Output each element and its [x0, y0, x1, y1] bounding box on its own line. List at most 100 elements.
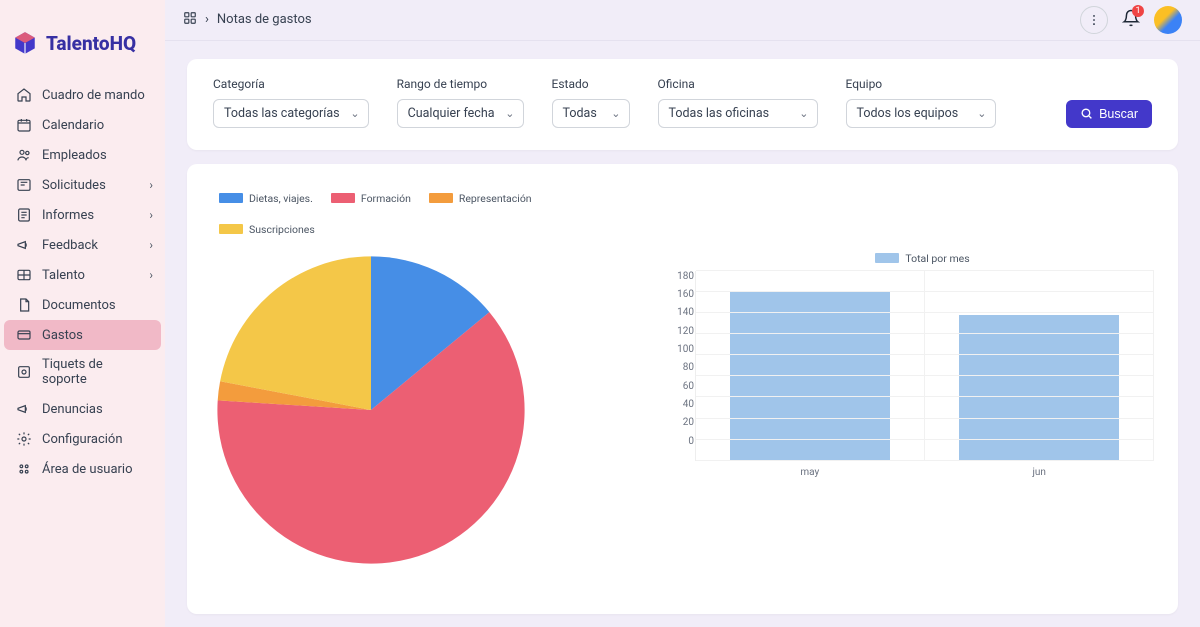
sidebar-item-label: Gastos [42, 328, 83, 343]
bar-col [925, 271, 1154, 461]
sidebar-item-label: Configuración [42, 432, 123, 447]
bar-legend-swatch [875, 253, 899, 263]
bar-chart: 180160140120100806040200 [695, 271, 1154, 461]
report-icon [16, 207, 32, 223]
sidebar-item-user-area[interactable]: Área de usuario [4, 454, 161, 484]
sidebar-item-label: Informes [42, 208, 94, 223]
charts-card: Dietas, viajes. Formación Representación Su… [187, 164, 1178, 614]
legend-label: Suscripciones [249, 223, 315, 236]
chevron-right-icon: › [149, 238, 153, 252]
filter-team: Equipo Todos los equipos ⌄ [846, 77, 996, 128]
chevron-down-icon: ⌄ [977, 107, 986, 120]
select-range[interactable]: Cualquier fecha ⌄ [397, 99, 524, 128]
legend-item[interactable]: Representación [429, 192, 532, 205]
y-tick: 180 [677, 271, 694, 282]
logo[interactable]: TalentoHQ [0, 20, 165, 80]
sidebar-item-report[interactable]: Informes› [4, 200, 161, 230]
chevron-right-icon: › [205, 12, 209, 27]
notifications-button[interactable]: 1 [1122, 9, 1140, 31]
legend-item[interactable]: Suscripciones [219, 223, 315, 236]
gear-icon [16, 431, 32, 447]
sidebar-item-card[interactable]: Gastos [4, 320, 161, 350]
sidebar-item-home[interactable]: Cuadro de mando [4, 80, 161, 110]
bar-legend: Total por mes [691, 252, 1154, 265]
topbar-actions: 1 [1080, 6, 1182, 34]
megaphone-icon [16, 237, 32, 253]
legend-label: Formación [361, 192, 411, 205]
legend-swatch [219, 193, 243, 203]
y-tick: 40 [683, 399, 694, 410]
sidebar-item-label: Área de usuario [42, 462, 133, 477]
avatar[interactable] [1154, 6, 1182, 34]
legend-label: Dietas, viajes. [249, 192, 313, 205]
breadcrumb-current: Notas de gastos [217, 12, 312, 27]
y-tick: 80 [683, 362, 694, 373]
filter-range-label: Rango de tiempo [397, 77, 524, 91]
sidebar-item-users[interactable]: Empleados [4, 140, 161, 170]
sidebar-item-label: Documentos [42, 298, 116, 313]
bar[interactable] [730, 292, 890, 461]
chevron-down-icon: ⌄ [799, 107, 808, 120]
inbox-icon [16, 177, 32, 193]
pie-chart [211, 250, 531, 570]
more-menu-button[interactable] [1080, 6, 1108, 34]
apps-icon[interactable] [183, 11, 197, 29]
sidebar-item-document[interactable]: Documentos [4, 290, 161, 320]
bar-x-labels: mayjun [695, 467, 1154, 478]
brand-name: TalentoHQ [46, 32, 136, 55]
search-icon [1080, 107, 1093, 120]
select-state[interactable]: Todas ⌄ [552, 99, 630, 128]
logo-icon [12, 30, 38, 56]
bars-wrap [696, 271, 1154, 461]
legend-item[interactable]: Formación [331, 192, 411, 205]
filter-team-label: Equipo [846, 77, 996, 91]
filter-range: Rango de tiempo Cualquier fecha ⌄ [397, 77, 524, 128]
sidebar-item-calendar[interactable]: Calendario [4, 110, 161, 140]
sidebar-item-label: Cuadro de mando [42, 88, 145, 103]
search-button[interactable]: Buscar [1066, 100, 1152, 128]
sidebar-item-talent[interactable]: Talento› [4, 260, 161, 290]
sidebar-item-label: Feedback [42, 238, 98, 253]
calendar-icon [16, 117, 32, 133]
sidebar-item-ticket[interactable]: Tiquets de soporte [4, 350, 161, 394]
sidebar-item-inbox[interactable]: Solicitudes › [4, 170, 161, 200]
card-icon [16, 327, 32, 343]
document-icon [16, 297, 32, 313]
sidebar-item-megaphone[interactable]: Feedback › [4, 230, 161, 260]
chevron-down-icon: ⌄ [350, 107, 359, 120]
talent-icon [16, 267, 32, 283]
filter-category: Categoría Todas las categorías ⌄ [213, 77, 369, 128]
filter-office: Oficina Todas las oficinas ⌄ [658, 77, 818, 128]
x-tick: jun [925, 467, 1155, 478]
legend-swatch [331, 193, 355, 203]
filter-category-label: Categoría [213, 77, 369, 91]
filters-card: Categoría Todas las categorías ⌄ Rango d… [187, 59, 1178, 150]
main-area: › Notas de gastos 1 Categoría Todas las … [165, 0, 1200, 627]
select-category[interactable]: Todas las categorías ⌄ [213, 99, 369, 128]
pie-chart-area: Dietas, viajes. Formación Representación Su… [211, 192, 631, 574]
filter-office-label: Oficina [658, 77, 818, 91]
bar-y-axis: 180160140120100806040200 [668, 271, 694, 447]
y-tick: 60 [683, 381, 694, 392]
select-team[interactable]: Todos los equipos ⌄ [846, 99, 996, 128]
notification-badge: 1 [1132, 5, 1144, 17]
y-tick: 160 [677, 289, 694, 300]
chevron-down-icon: ⌄ [611, 107, 620, 120]
pie-legend: Dietas, viajes. Formación Representación Su… [211, 192, 631, 236]
chevron-right-icon: › [149, 178, 153, 192]
sidebar-item-label: Solicitudes [42, 178, 106, 193]
y-tick: 20 [683, 417, 694, 428]
filter-state: Estado Todas ⌄ [552, 77, 630, 128]
sidebar-item-label: Empleados [42, 148, 107, 163]
sidebar-nav: Cuadro de mando Calendario Empleados Solici… [0, 80, 165, 484]
select-office[interactable]: Todas las oficinas ⌄ [658, 99, 818, 128]
topbar: › Notas de gastos 1 [165, 0, 1200, 41]
chevron-down-icon: ⌄ [505, 107, 514, 120]
sidebar-item-alert[interactable]: Denuncias [4, 394, 161, 424]
y-tick: 120 [677, 326, 694, 337]
alert-icon [16, 401, 32, 417]
sidebar-item-gear[interactable]: Configuración [4, 424, 161, 454]
legend-swatch [219, 224, 243, 234]
legend-item[interactable]: Dietas, viajes. [219, 192, 313, 205]
ticket-icon [16, 364, 32, 380]
